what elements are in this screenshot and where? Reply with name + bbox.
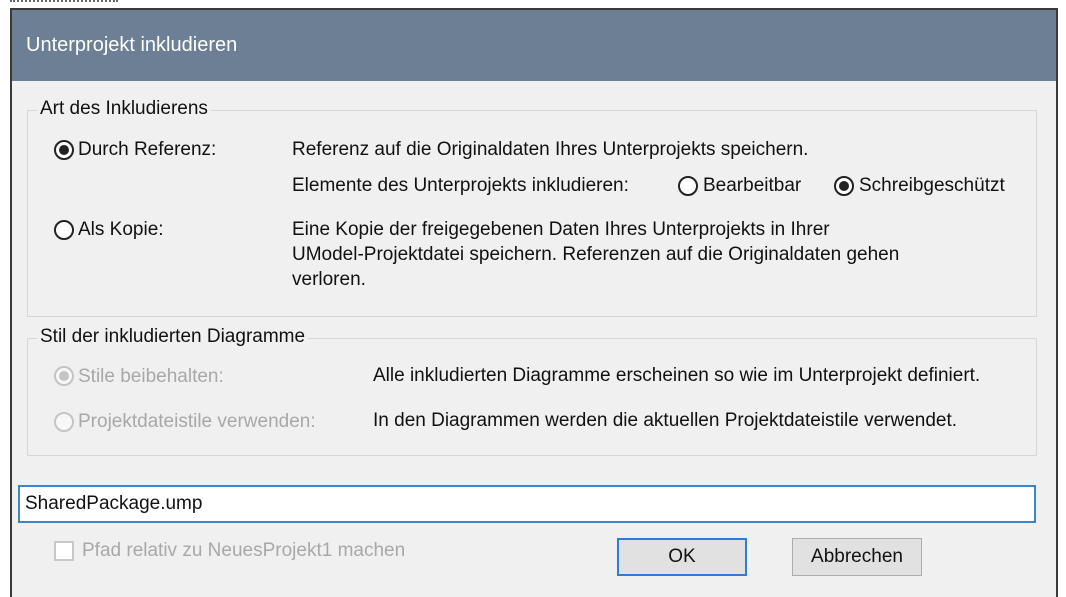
as-copy-description: Eine Kopie der freigegebenen Daten Ihres… (292, 217, 899, 292)
relative-path-label[interactable]: Pfad relativ zu NeuesProjekt1 machen (82, 540, 405, 562)
as-copy-radio[interactable] (54, 220, 74, 240)
keep-styles-label[interactable]: Stile beibehalten: (78, 366, 224, 388)
dotted-edge (10, 0, 118, 2)
cancel-button[interactable]: Abbrechen (792, 538, 922, 576)
by-reference-radio[interactable] (54, 140, 74, 160)
include-type-legend: Art des Inkludierens (37, 98, 211, 120)
as-copy-description-line2: UModel-Projektdatei speichern. Referenze… (292, 244, 900, 265)
include-elements-label: Elemente des Unterprojekts inkludieren: (292, 175, 629, 196)
keep-styles-description: Alle inkludierten Diagramme erscheinen s… (373, 365, 981, 386)
project-styles-label[interactable]: Projektdateistile verwenden: (78, 411, 316, 433)
diagram-style-legend: Stil der inkludierten Diagramme (37, 326, 309, 348)
project-styles-description: In den Diagrammen werden die aktuellen P… (373, 410, 958, 431)
readonly-label[interactable]: Schreibgeschützt (859, 175, 1005, 197)
include-type-group: Art des Inkludierens Durch Referenz: Ref… (27, 98, 1037, 317)
diagram-style-group: Stil der inkludierten Diagramme Stile be… (27, 326, 1037, 456)
project-styles-radio[interactable] (54, 412, 74, 432)
file-path-input[interactable]: SharedPackage.ump (18, 485, 1036, 523)
by-reference-description: Referenz auf die Originaldaten Ihres Unt… (292, 139, 809, 160)
as-copy-label[interactable]: Als Kopie: (78, 219, 164, 241)
as-copy-description-line3: verloren. (292, 269, 366, 290)
editable-label[interactable]: Bearbeitbar (703, 175, 801, 197)
dialog-title: Unterprojekt inkludieren (26, 34, 238, 56)
dialog-titlebar[interactable]: Unterprojekt inkludieren (12, 10, 1056, 81)
relative-path-checkbox[interactable] (54, 541, 74, 561)
editable-radio[interactable] (678, 176, 698, 196)
ok-button[interactable]: OK (617, 538, 747, 576)
by-reference-label[interactable]: Durch Referenz: (78, 139, 216, 161)
readonly-radio[interactable] (834, 176, 854, 196)
dialog-window: Unterprojekt inkludieren Art des Inkludi… (10, 8, 1058, 597)
as-copy-description-line1: Eine Kopie der freigegebenen Daten Ihres… (292, 219, 830, 240)
keep-styles-radio[interactable] (54, 366, 74, 386)
